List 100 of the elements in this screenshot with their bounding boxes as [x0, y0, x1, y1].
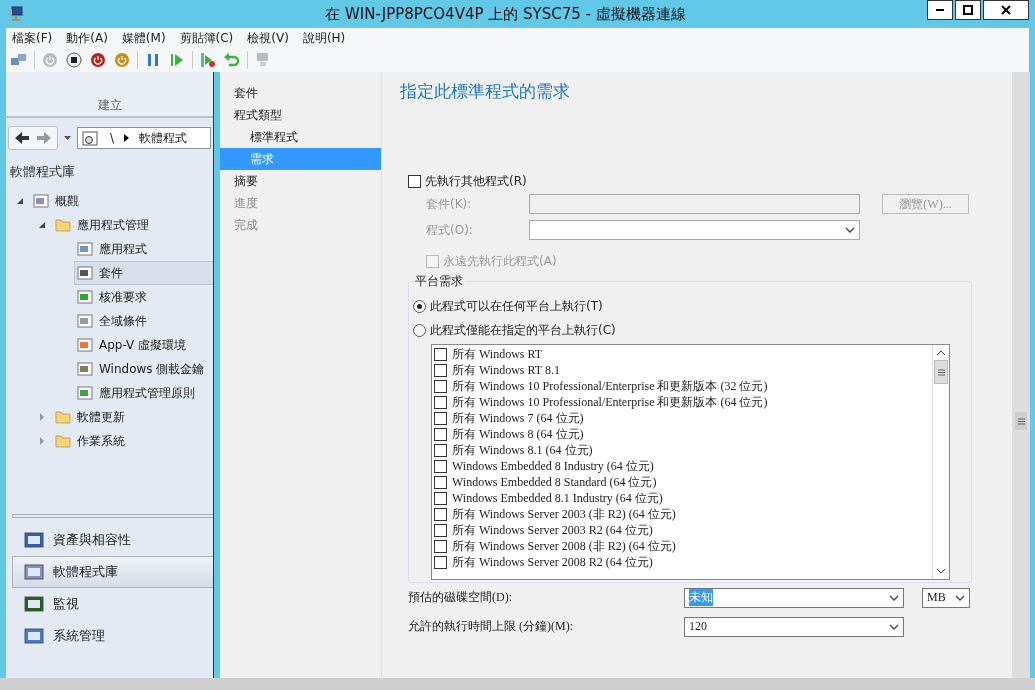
- platform-label: 所有 Windows RT: [452, 345, 543, 363]
- scrollbar[interactable]: [932, 345, 949, 579]
- menu-item[interactable]: 說明(H): [302, 29, 346, 47]
- checkbox[interactable]: [434, 363, 447, 377]
- platform-label: 所有 Windows Server 2008 R2 (64 位元): [452, 553, 653, 571]
- platform-label: 所有 Windows 8.1 (64 位元): [452, 441, 593, 459]
- platform-label: 所有 Windows Server 2003 (非 R2) (64 位元): [452, 505, 676, 523]
- field-label: 程式(O):: [426, 221, 474, 239]
- checkbox[interactable]: [434, 491, 447, 505]
- folder-icon: [55, 410, 71, 424]
- checkbox[interactable]: [434, 347, 447, 361]
- package-field[interactable]: [529, 194, 860, 214]
- tree-item[interactable]: 應用程式管理原則: [74, 381, 213, 405]
- platform-label: 所有 Windows RT 8.1: [452, 361, 560, 379]
- stop-icon[interactable]: [65, 51, 83, 69]
- checkbox[interactable]: [434, 379, 447, 393]
- scroll-thumb[interactable]: [934, 360, 948, 384]
- ribbon-group-label: 建立: [97, 97, 122, 114]
- checkbox[interactable]: [434, 507, 447, 521]
- workspace-item[interactable]: 監視: [12, 588, 213, 620]
- tree-item[interactable]: 概觀: [30, 189, 213, 213]
- maximize-icon: [963, 5, 973, 15]
- tree-item[interactable]: 套件: [74, 261, 213, 285]
- wizard-step[interactable]: 標準程式: [220, 126, 381, 148]
- checkbox[interactable]: [434, 395, 447, 409]
- chevron-right-icon: [124, 134, 130, 142]
- radio-button[interactable]: [413, 299, 426, 313]
- power-icon[interactable]: [89, 51, 107, 69]
- folder-icon: [55, 218, 71, 232]
- menu-item[interactable]: 檢視(V): [247, 29, 289, 47]
- platform-label: Windows Embedded 8 Standard (64 位元): [452, 473, 657, 491]
- minimize-button[interactable]: [927, 0, 953, 20]
- breadcrumb-bar[interactable]: \ 軟體程式: [77, 127, 211, 149]
- platform-label: 所有 Windows Server 2008 (非 R2) (64 位元): [452, 537, 676, 555]
- grip-icon: [1017, 417, 1025, 425]
- checkbox[interactable]: [434, 555, 447, 569]
- checkbox[interactable]: [434, 539, 447, 553]
- maximize-button[interactable]: [955, 0, 981, 20]
- tree-item[interactable]: 核准要求: [74, 285, 213, 309]
- menu-item[interactable]: 剪貼簿(C): [179, 29, 234, 47]
- checkbox-label: 先執行其他程式(R): [425, 172, 527, 190]
- window-title: 在 WIN-JPP8PCO4V4P 上的 SYSC75 - 虛擬機器連線: [324, 4, 687, 24]
- close-button[interactable]: [983, 0, 1029, 20]
- unit-dropdown[interactable]: MB: [922, 587, 970, 608]
- dropdown-arrow-icon[interactable]: [64, 136, 71, 140]
- platform-label: 所有 Windows 7 (64 位元): [452, 409, 584, 427]
- field-label: 套件(K):: [426, 195, 473, 213]
- tree-item[interactable]: 全域條件: [74, 309, 213, 333]
- menu-item[interactable]: 檔案(F): [12, 29, 53, 47]
- checkbox[interactable]: [434, 411, 447, 425]
- platform-label: 所有 Windows 10 Professional/Enterprise 和更新版本 (64 位元): [452, 393, 768, 411]
- breadcrumb-location[interactable]: 軟體程式: [139, 129, 188, 147]
- power-icon[interactable]: [113, 51, 131, 69]
- folder-icon: [55, 434, 71, 448]
- expanded-arrow-icon[interactable]: [16, 197, 24, 205]
- minimize-icon: [936, 9, 944, 11]
- checkbox-label: 永遠先執行此程式(A): [443, 252, 557, 270]
- tree-item[interactable]: Windows 側載金鑰: [74, 357, 213, 381]
- scroll-thumb[interactable]: [1015, 412, 1027, 430]
- radio-label: 此程式僅能在指定的平台上執行(C): [430, 321, 616, 339]
- computer-icon: [8, 6, 24, 22]
- workspace-item[interactable]: 系統管理: [12, 620, 213, 652]
- radio-label: 此程式可以在任何平台上執行(T): [430, 297, 603, 315]
- checkbox[interactable]: [408, 174, 421, 188]
- breadcrumb-separator: \: [110, 131, 115, 145]
- group-title: 平台需求: [413, 273, 465, 290]
- platform-label: Windows Embedded 8.1 Industry (64 位元): [452, 489, 663, 507]
- menu-item[interactable]: 媒體(M): [121, 29, 166, 47]
- platform-label: 所有 Windows Server 2003 R2 (64 位元): [452, 521, 653, 539]
- platform-label: 所有 Windows 8 (64 位元): [452, 425, 584, 443]
- scrollbar[interactable]: [1012, 72, 1030, 678]
- tree-item[interactable]: 應用程式: [74, 237, 213, 261]
- workspace-item[interactable]: 軟體程式庫: [12, 556, 213, 588]
- wizard-step[interactable]: 摘要: [220, 170, 381, 192]
- wizard-step[interactable]: 套件: [220, 82, 381, 104]
- tree-item[interactable]: App-V 虛擬環境: [74, 333, 213, 357]
- platform-label: 所有 Windows 10 Professional/Enterprise 和更新版本 (32 位元): [452, 377, 768, 395]
- back-arrow-icon[interactable]: [13, 130, 31, 146]
- close-icon: [1001, 5, 1011, 15]
- tree-item[interactable]: 應用程式管理: [52, 213, 213, 237]
- checkbox[interactable]: [434, 459, 447, 473]
- expanded-arrow-icon[interactable]: [38, 221, 46, 229]
- checkbox[interactable]: [434, 443, 447, 457]
- wizard-step[interactable]: 程式類型: [220, 104, 381, 126]
- runtime-dropdown[interactable]: 120: [684, 616, 904, 637]
- tree-item[interactable]: 作業系統: [52, 429, 213, 453]
- section-title: 軟體程式庫: [9, 163, 76, 181]
- radio-button[interactable]: [413, 323, 426, 337]
- platform-label: Windows Embedded 8 Industry (64 位元): [452, 457, 654, 475]
- checkbox[interactable]: [434, 427, 447, 441]
- field-label: 預估的磁碟空間(D):: [408, 589, 513, 606]
- checkbox[interactable]: [434, 523, 447, 537]
- checkpoint-icon[interactable]: [199, 51, 217, 69]
- page-title: 指定此標準程式的需求: [400, 80, 571, 103]
- field-label: 允許的執行時間上限 (分鐘)(M):: [408, 618, 574, 635]
- workspace-item[interactable]: 資產與相容性: [12, 524, 213, 556]
- menu-item[interactable]: 動作(A): [66, 29, 108, 47]
- tree-item[interactable]: 軟體更新: [52, 405, 213, 429]
- grip-icon: [937, 368, 945, 376]
- checkbox[interactable]: [434, 475, 447, 489]
